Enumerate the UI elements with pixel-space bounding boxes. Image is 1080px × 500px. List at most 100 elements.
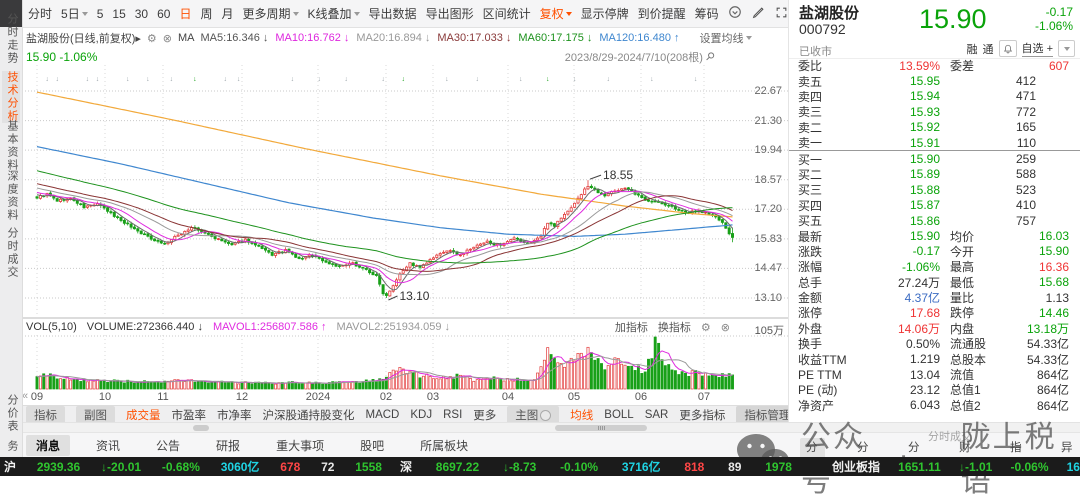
level-row-买一[interactable]: 买一15.90259 xyxy=(789,151,1080,166)
sidebar-item-基本资料[interactable]: 基本资料 xyxy=(2,120,20,172)
nav-item-30[interactable]: 30 xyxy=(135,7,148,21)
nav-item-5日[interactable]: 5日 xyxy=(61,5,88,22)
svg-text:13.10: 13.10 xyxy=(399,289,429,303)
index-group-深[interactable]: 深8697.22↓-8.73-0.10%3716亿818891978 xyxy=(382,458,792,475)
nav-item-区间统计[interactable]: 区间统计 xyxy=(483,5,531,22)
sidebar-item-深度资料[interactable]: 深度资料 xyxy=(2,170,20,222)
ma-value: MA120:16.480 ↑ xyxy=(599,32,679,44)
indicator-KDJ[interactable]: KDJ xyxy=(410,409,432,421)
weibi-row: 委比13.59%委差607 xyxy=(789,58,1080,73)
nav-item-60[interactable]: 60 xyxy=(157,7,170,21)
tab-研报[interactable]: 研报 xyxy=(206,435,250,456)
tab-资讯[interactable]: 资讯 xyxy=(86,435,130,456)
ma-toggle[interactable]: MA xyxy=(178,32,195,44)
svg-text:↓: ↓ xyxy=(519,76,523,83)
xaxis-label-10: 10 xyxy=(99,391,111,403)
stat-row-换手: 换手0.50%流通股54.33亿 xyxy=(789,336,1080,351)
tab-股吧[interactable]: 股吧 xyxy=(350,435,394,456)
svg-text:↓: ↓ xyxy=(606,76,610,83)
nav-item-显示停牌[interactable]: 显示停牌 xyxy=(581,5,629,22)
nav-item-导出图形[interactable]: 导出图形 xyxy=(426,5,474,22)
nav-item-导出数据[interactable]: 导出数据 xyxy=(369,5,417,22)
xaxis-label-07: 07 xyxy=(698,391,710,403)
level-row-卖五[interactable]: 卖五15.95412 xyxy=(789,73,1080,88)
indicator-沪深股通持股变化[interactable]: 沪深股通持股变化 xyxy=(263,407,355,423)
xaxis-label-06: 06 xyxy=(635,391,647,403)
close-icon[interactable]: ⊗ xyxy=(163,32,172,45)
watchlist-dropdown[interactable] xyxy=(1058,40,1075,57)
level-row-买五[interactable]: 买五15.86757 xyxy=(789,213,1080,228)
index-group-创业板指[interactable]: 创业板指1651.11↓-1.01-0.06%16 xyxy=(792,458,1080,475)
add-watchlist-button[interactable]: 自选 + xyxy=(1022,40,1053,57)
vol-gear-icon[interactable]: ⚙ xyxy=(701,321,711,334)
indicator-市盈率[interactable]: 市盈率 xyxy=(172,407,207,423)
indicator-SAR[interactable]: SAR xyxy=(645,409,669,421)
level-row-卖二[interactable]: 卖二15.92165 xyxy=(789,120,1080,135)
xaxis-label-03: 03 xyxy=(427,391,439,403)
nav-item-更多周期[interactable]: 更多周期 xyxy=(243,5,299,22)
sidebar-item-技术分析[interactable]: 技术分析 xyxy=(2,71,20,123)
margin-badge[interactable]: 融 xyxy=(967,41,978,57)
scrollbar-nub[interactable] xyxy=(193,425,209,431)
nav-item-周[interactable]: 周 xyxy=(200,5,212,22)
nav-item-月[interactable]: 月 xyxy=(222,5,234,22)
indicator-更多[interactable]: 更多 xyxy=(473,407,496,423)
nav-item-分时[interactable]: 分时 xyxy=(28,5,52,22)
indicator-均线[interactable]: 均线 xyxy=(570,407,593,423)
vol-close-icon[interactable]: ⊗ xyxy=(721,321,730,334)
switch-indicator-button[interactable]: 换指标 xyxy=(658,319,691,335)
indicator-MACD[interactable]: MACD xyxy=(366,409,400,421)
tab-重大事项[interactable]: 重大事项 xyxy=(266,435,334,456)
stat-row-涨停: 涨停17.68跌停14.46 xyxy=(789,305,1080,320)
level-row-买四[interactable]: 买四15.87410 xyxy=(789,198,1080,213)
nav-item-日[interactable]: 日 xyxy=(179,5,191,22)
level-row-卖一[interactable]: 卖一15.91110 xyxy=(789,135,1080,151)
alert-bell-icon[interactable] xyxy=(999,40,1017,57)
ma-value: MA60:17.175 ↓ xyxy=(518,32,592,44)
level-row-买三[interactable]: 买三15.88523 xyxy=(789,182,1080,197)
volume-chart[interactable] xyxy=(22,335,788,391)
indicator-RSI[interactable]: RSI xyxy=(443,409,462,421)
stat-row-最新: 最新15.90均价16.03 xyxy=(789,228,1080,243)
nav-item-K线叠加[interactable]: K线叠加 xyxy=(308,5,360,22)
indicator-更多指标[interactable]: 更多指标 xyxy=(679,407,725,423)
stat-row-收益TTM: 收益TTM1.219总股本54.33亿 xyxy=(789,351,1080,366)
tab-所属板块[interactable]: 所属板块 xyxy=(410,435,478,456)
nav-item-复权[interactable]: 复权 xyxy=(540,5,572,22)
add-indicator-button[interactable]: 加指标 xyxy=(615,319,648,335)
tab-消息[interactable]: 消息 xyxy=(26,435,70,456)
level-row-买二[interactable]: 买二15.89588 xyxy=(789,167,1080,182)
indicator-市净率[interactable]: 市净率 xyxy=(217,407,252,423)
ma-values: MA5:16.346 ↓MA10:16.762 ↓MA20:16.894 ↓MA… xyxy=(201,32,680,44)
price-axis-label: 22.67 xyxy=(754,85,782,97)
pin-icon[interactable]: ⚲ xyxy=(703,49,718,64)
connect-badge[interactable]: 通 xyxy=(983,41,994,57)
indicator-BOLL[interactable]: BOLL xyxy=(604,409,633,421)
price-chart[interactable]: ↓↓↓↓↓↓↓↓↓↓↓↓↓↓↓↓↓↓↓↓↓↓↓18.5513.1022.6721… xyxy=(22,65,788,317)
nav-item-到价提醒[interactable]: 到价提醒 xyxy=(638,5,686,22)
tab-公告[interactable]: 公告 xyxy=(146,435,190,456)
history-clock-icon[interactable] xyxy=(728,5,742,22)
instrument-label[interactable]: 盐湖股份(日线,前复权)▸ xyxy=(26,30,141,46)
expand-icon[interactable] xyxy=(775,6,788,22)
nav-item-5[interactable]: 5 xyxy=(97,7,104,21)
index-group-沪[interactable]: 沪2939.36↓-20.01-0.68%3060亿678721558 xyxy=(0,458,382,475)
sidebar-item-分时成交[interactable]: 分时成交 xyxy=(2,227,20,279)
svg-text:↓: ↓ xyxy=(146,76,150,83)
level-row-卖三[interactable]: 卖三15.93772 xyxy=(789,104,1080,119)
nav-item-筹码[interactable]: 筹码 xyxy=(695,5,719,22)
level-row-卖四[interactable]: 卖四15.94471 xyxy=(789,89,1080,104)
sidebar-item-分价表[interactable]: 分价表 xyxy=(2,394,20,433)
sidebar-item-务[interactable]: 务 xyxy=(2,440,20,453)
gear-icon[interactable]: ⚙ xyxy=(147,32,157,45)
scrollbar-thumb[interactable] xyxy=(555,425,647,431)
price-axis-label: 21.30 xyxy=(754,115,782,127)
sidebar-item-分时走势[interactable]: 分时走势 xyxy=(2,13,20,65)
indicator-成交量[interactable]: 成交量 xyxy=(126,407,161,423)
nav-item-15[interactable]: 15 xyxy=(112,7,125,21)
ma-settings[interactable]: 设置均线 xyxy=(700,30,752,46)
stat-row-涨幅: 涨幅-1.06%最高16.36 xyxy=(789,259,1080,274)
svg-text:↓: ↓ xyxy=(650,76,654,83)
vol-indicator-label[interactable]: VOL(5,10) xyxy=(26,321,77,333)
pen-icon[interactable] xyxy=(752,6,765,22)
